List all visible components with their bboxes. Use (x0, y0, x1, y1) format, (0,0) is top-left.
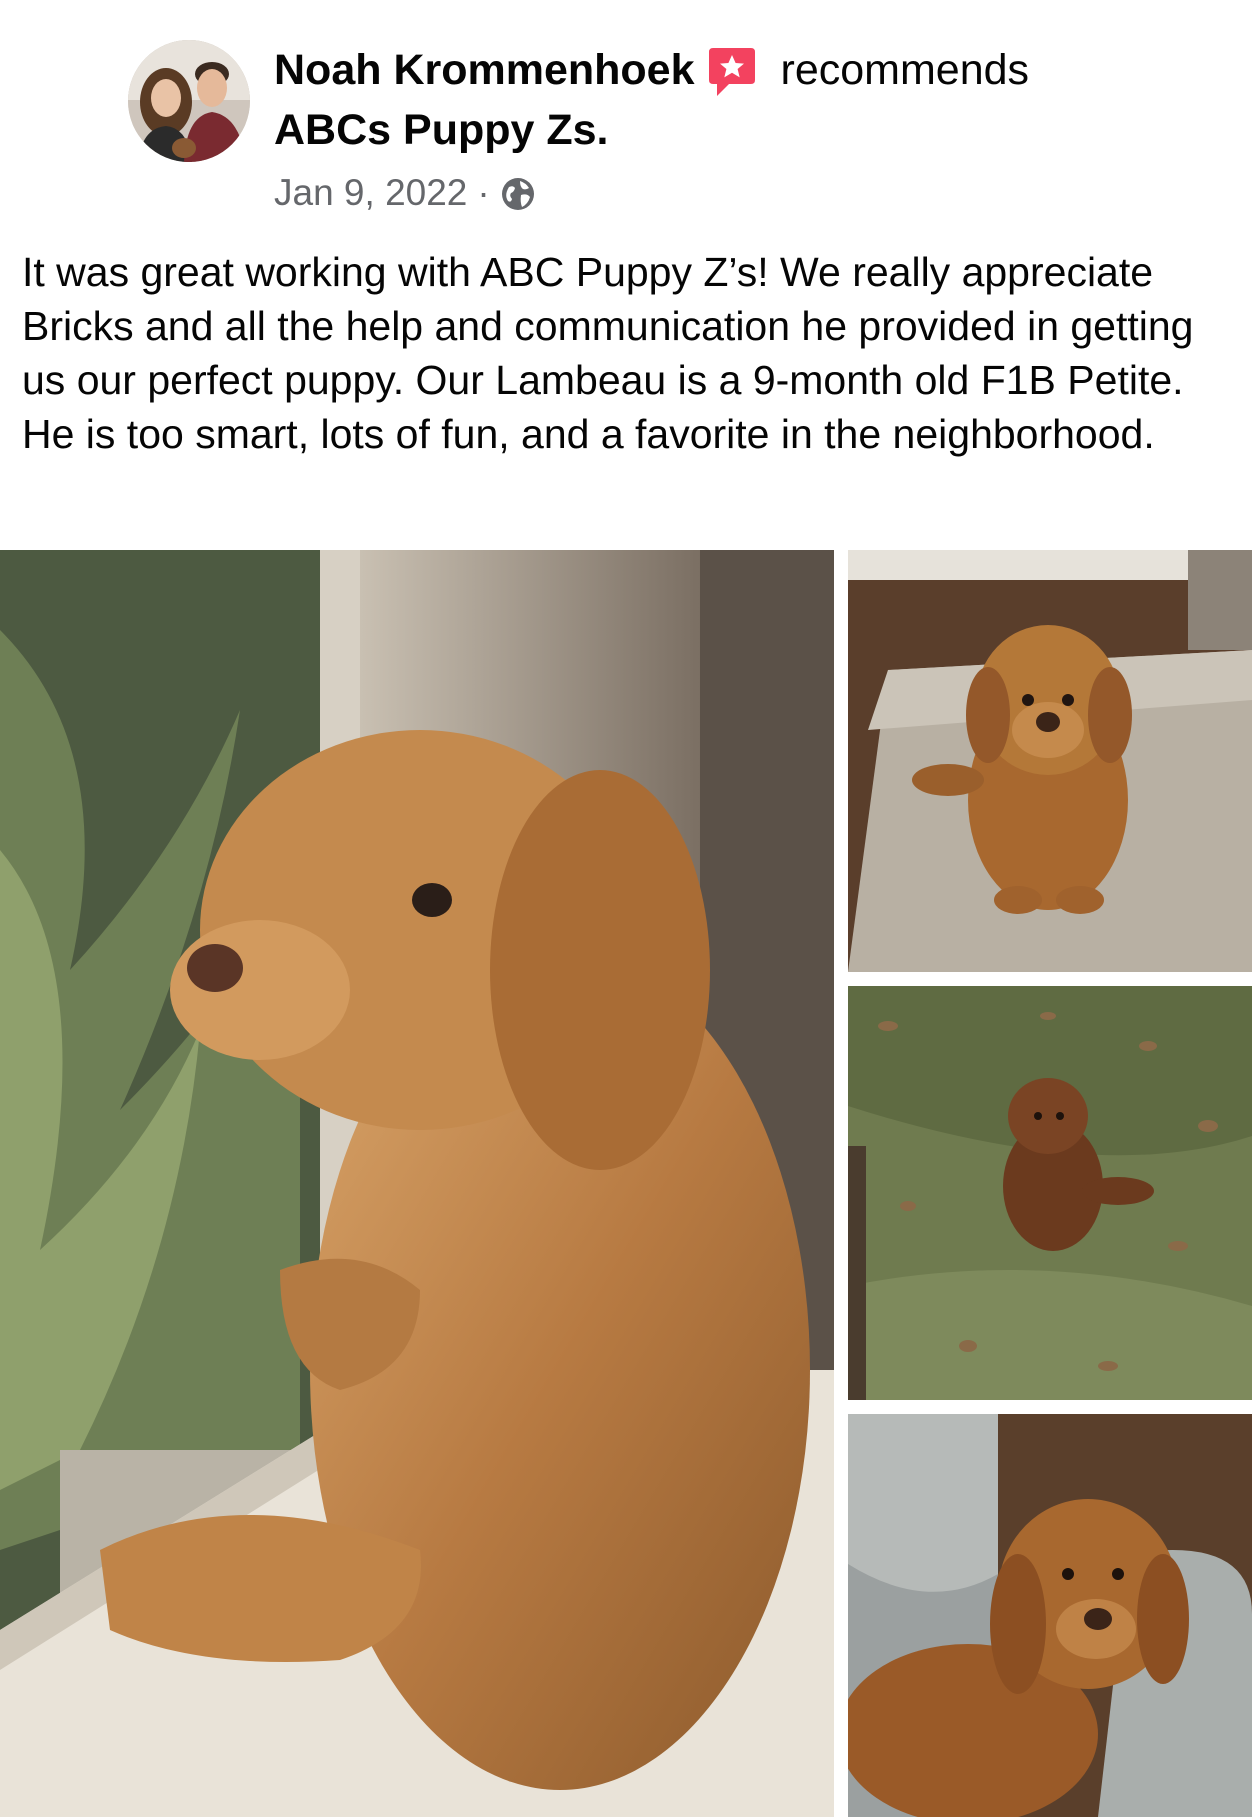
post-header: Noah Krommenhoek recommends ABCs Puppy Z… (0, 0, 1252, 230)
photo-puppy-rug[interactable] (848, 550, 1252, 972)
author-name[interactable]: Noah Krommenhoek (274, 40, 695, 100)
photo-puppy-blanket[interactable] (848, 1414, 1252, 1817)
photo-image (848, 986, 1252, 1400)
recommended-page-name[interactable]: ABCs Puppy Zs. (274, 100, 1174, 160)
meta-separator: · (477, 172, 490, 213)
post-meta: Jan 9, 2022 · (274, 168, 1174, 218)
photo-puppy-grass[interactable] (848, 986, 1252, 1400)
globe-icon[interactable] (500, 175, 536, 211)
photo-image (848, 1414, 1252, 1817)
header-line: Noah Krommenhoek recommends (274, 40, 1174, 100)
photo-image (0, 550, 834, 1817)
post-body-text: It was great working with ABC Puppy Z’s!… (22, 249, 1194, 457)
recommends-label: recommends (780, 46, 1030, 94)
photo-puppy-window[interactable] (0, 550, 834, 1817)
author-avatar[interactable] (128, 40, 250, 162)
header-text: Noah Krommenhoek recommends ABCs Puppy Z… (274, 40, 1174, 218)
avatar-photo (128, 40, 250, 162)
recommend-star-icon (707, 46, 757, 98)
post-date[interactable]: Jan 9, 2022 (274, 168, 467, 218)
photo-image (848, 550, 1252, 972)
